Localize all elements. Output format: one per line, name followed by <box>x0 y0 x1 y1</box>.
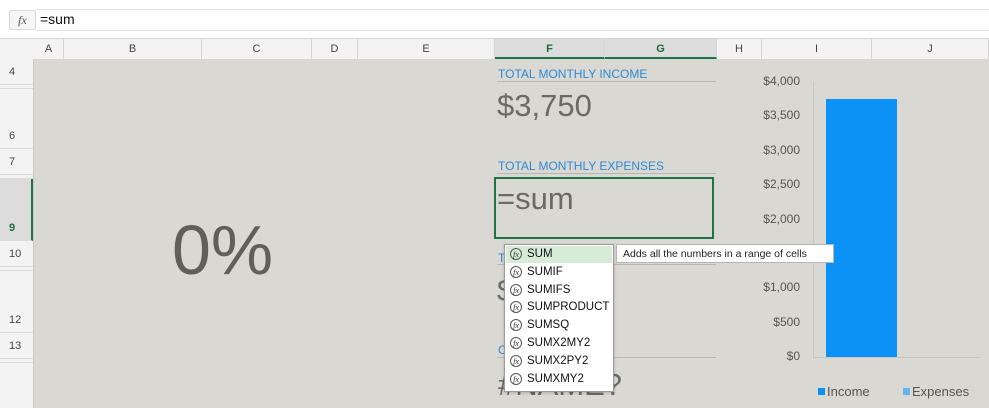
autocomplete-item-sumx2my2[interactable]: fx SUMX2MY2 <box>506 335 612 352</box>
function-icon: fx <box>510 265 522 278</box>
column-header-g[interactable]: G <box>605 39 717 59</box>
formula-text[interactable]: =sum <box>40 11 75 27</box>
chart-y-tick-label: $4,000 <box>763 74 800 88</box>
autocomplete-item-label: SUMX2MY2 <box>527 337 591 349</box>
function-icon: fx <box>510 301 522 314</box>
row-header-13[interactable]: 13 <box>0 333 33 359</box>
chart-gridline <box>813 357 981 358</box>
percent-value: 0% <box>172 211 274 289</box>
column-header-e[interactable]: E <box>358 39 495 59</box>
chart-bar-income[interactable] <box>826 99 897 357</box>
autocomplete-item-sumif[interactable]: fx SUMIF <box>506 264 612 281</box>
autocomplete-item-label: SUM <box>527 248 553 260</box>
chart-y-tick-label: $3,500 <box>763 108 800 123</box>
autocomplete-item-sumifs[interactable]: fx SUMIFS <box>506 282 612 299</box>
income-label: TOTAL MONTHLY INCOME <box>498 67 648 81</box>
autocomplete-item-sum[interactable]: fx SUM <box>506 246 612 263</box>
row-header-6[interactable]: 6 <box>0 89 33 149</box>
chart-y-tick-label: $2,000 <box>763 211 800 226</box>
chart-y-tick-label: $3,000 <box>763 142 800 157</box>
function-tooltip: Adds all the numbers in a range of cells <box>616 244 834 263</box>
function-icon: fx <box>510 283 522 296</box>
row-header-9[interactable]: 9 <box>0 179 33 241</box>
formula-input[interactable] <box>36 9 989 31</box>
chart-y-tick-label: $0 <box>786 349 800 363</box>
autocomplete-item-sumproduct[interactable]: fx SUMPRODUCT <box>506 299 612 316</box>
chart-y-tick-label: $1,000 <box>763 280 800 295</box>
autocomplete-item-label: SUMSQ <box>527 319 570 332</box>
autocomplete-item-sumx2py2[interactable]: fx SUMX2PY2 <box>506 353 612 370</box>
autocomplete-item-label: SUMXMY2 <box>527 372 584 385</box>
autocomplete-item-label: SUMX2PY2 <box>527 354 589 367</box>
legend-label-expenses: Expenses <box>912 384 970 399</box>
chart-y-tick-label: $2,500 <box>763 177 800 192</box>
row-header-7[interactable]: 7 <box>0 149 33 175</box>
autocomplete-item-sumxmy2[interactable]: fx SUMXMY2 <box>506 371 612 388</box>
income-underline <box>497 81 716 82</box>
autocomplete-item-sumsq[interactable]: fx SUMSQ <box>506 317 612 334</box>
row-header-hidden[interactable] <box>0 359 33 363</box>
column-header-h[interactable]: H <box>717 39 762 59</box>
income-value: $3,750 <box>497 88 592 123</box>
function-icon: fx <box>510 372 522 385</box>
function-autocomplete-list[interactable]: fx SUM fx SUMIF fx SUMIFS fx SUMPRODUCT fx SUMSQ f… <box>504 244 614 392</box>
column-header-j[interactable]: J <box>872 39 989 59</box>
autocomplete-item-label: SUMPRODUCT <box>527 301 610 314</box>
function-icon: fx <box>510 354 522 367</box>
autocomplete-item-label: SUMIF <box>527 265 563 278</box>
autocomplete-item-label: SUMIFS <box>527 283 571 296</box>
column-header-f[interactable]: F <box>495 39 605 59</box>
row-header-4[interactable]: 4 <box>0 59 33 85</box>
function-icon: fx <box>510 337 522 349</box>
column-header-b[interactable]: B <box>64 39 202 59</box>
column-header-d[interactable]: D <box>312 39 358 59</box>
column-header-c[interactable]: C <box>202 39 312 59</box>
function-icon: fx <box>510 248 522 260</box>
legend-swatch-expenses <box>903 388 910 395</box>
expenses-underline <box>497 173 716 174</box>
function-icon: fx <box>510 319 522 332</box>
insert-function-icon[interactable]: fx <box>9 10 36 30</box>
column-header-i[interactable]: I <box>762 39 872 59</box>
legend-swatch-income <box>818 388 825 395</box>
row-header-10[interactable]: 10 <box>0 241 33 267</box>
column-header-a[interactable]: A <box>34 39 64 59</box>
expenses-label: TOTAL MONTHLY EXPENSES <box>498 159 665 173</box>
row-header-12[interactable]: 12 <box>0 271 33 333</box>
chart-y-tick-label: $500 <box>773 314 800 329</box>
column-header-bar: ABCDEFGHIJ <box>0 38 989 60</box>
row-header-bar: 4 6 7 9 10 12 13 <box>0 59 34 408</box>
cell-edit-text[interactable]: =sum <box>497 181 574 217</box>
legend-label-income: Income <box>827 384 870 399</box>
chart-y-axis <box>813 82 814 357</box>
